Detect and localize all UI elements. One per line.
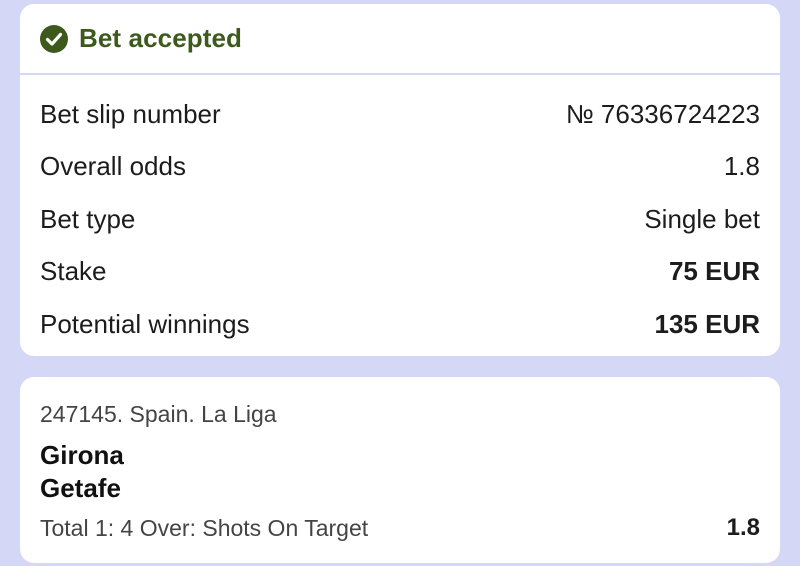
bet-status-title: Bet accepted bbox=[79, 23, 243, 53]
teams: Girona Getafe bbox=[40, 439, 760, 505]
overall-odds-row: Overall odds 1.8 bbox=[40, 141, 760, 194]
bet-type-value: Single bet bbox=[644, 203, 760, 234]
team-home: Girona bbox=[40, 440, 124, 470]
stake-value: 75 EUR bbox=[668, 256, 760, 287]
stake-label: Stake bbox=[40, 256, 107, 287]
market-odds: 1.8 bbox=[726, 514, 760, 541]
bet-confirmation-card: Bet accepted Bet slip number № 763367242… bbox=[20, 4, 780, 356]
potential-winnings-row: Potential winnings 135 EUR bbox=[40, 298, 760, 351]
bet-slip-number-value: № 76336724223 bbox=[565, 98, 760, 129]
market-label: Total 1: 4 Over: Shots On Target bbox=[40, 514, 369, 541]
bet-status-header: Bet accepted bbox=[20, 4, 780, 75]
bet-details-list: Bet slip number № 76336724223 Overall od… bbox=[20, 88, 780, 351]
potential-winnings-label: Potential winnings bbox=[40, 308, 250, 339]
bet-slip-number-row: Bet slip number № 76336724223 bbox=[40, 88, 760, 141]
check-circle-icon bbox=[39, 24, 69, 54]
team-away: Getafe bbox=[40, 473, 121, 503]
overall-odds-value: 1.8 bbox=[723, 151, 760, 182]
event-card[interactable]: 247145. Spain. La Liga Girona Getafe Tot… bbox=[20, 377, 780, 563]
bet-type-row: Bet type Single bet bbox=[40, 193, 760, 246]
bet-type-label: Bet type bbox=[40, 203, 136, 234]
stake-row: Stake 75 EUR bbox=[40, 246, 760, 299]
bet-slip-number-label: Bet slip number bbox=[40, 98, 221, 129]
market-row: Total 1: 4 Over: Shots On Target 1.8 bbox=[40, 511, 760, 545]
league-label: 247145. Spain. La Liga bbox=[40, 401, 277, 427]
overall-odds-label: Overall odds bbox=[40, 151, 186, 182]
potential-winnings-value: 135 EUR bbox=[654, 308, 761, 339]
